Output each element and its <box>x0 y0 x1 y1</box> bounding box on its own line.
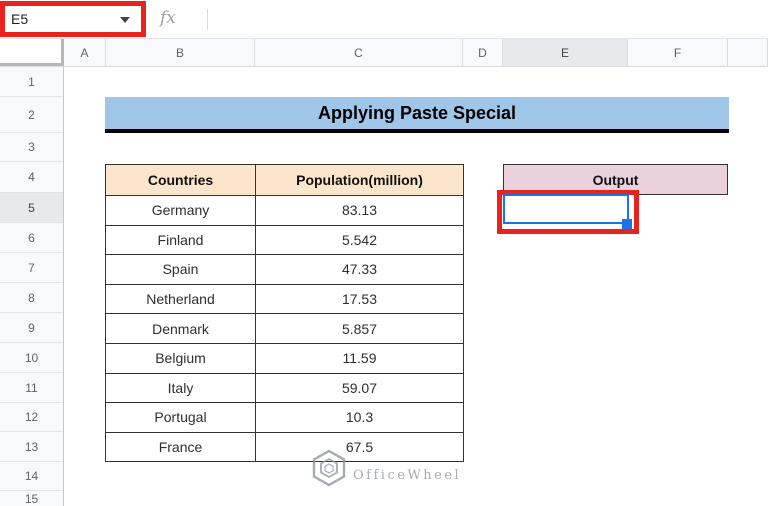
population-header-cell[interactable]: Population(million) <box>255 164 464 196</box>
column-header-f[interactable]: F <box>628 39 728 66</box>
cell-country[interactable]: Denmark <box>105 313 256 344</box>
table-row: Germany 83.13 <box>105 195 464 226</box>
table-row: Spain 47.33 <box>105 254 464 285</box>
name-box-value: E5 <box>11 11 29 27</box>
row-header-10[interactable]: 10 <box>0 343 63 373</box>
cell-population[interactable]: 5.857 <box>255 313 464 344</box>
row-header-9[interactable]: 9 <box>0 313 63 343</box>
row-header-12[interactable]: 12 <box>0 403 63 432</box>
column-header-strip: A B C D E F <box>0 39 768 67</box>
cell-country[interactable]: Spain <box>105 254 256 285</box>
name-box[interactable]: E5 <box>5 6 141 32</box>
countries-table: Countries Population(million) Germany 83… <box>105 164 464 463</box>
formula-input[interactable] <box>216 0 768 38</box>
formula-bar: E5 fx <box>0 0 768 39</box>
fx-icon: fx <box>160 8 176 28</box>
cell-country[interactable]: Portugal <box>105 402 256 433</box>
column-header-c[interactable]: C <box>255 39 463 66</box>
row-header-15[interactable]: 15 <box>0 491 63 506</box>
row-header-2[interactable]: 2 <box>0 97 63 133</box>
cell-population[interactable]: 17.53 <box>255 283 464 315</box>
formula-bar-divider <box>207 9 208 30</box>
countries-header-cell[interactable]: Countries <box>105 164 256 196</box>
row-header-14[interactable]: 14 <box>0 462 63 491</box>
row-header-strip: 1 2 3 4 5 6 7 8 9 10 11 12 13 14 15 <box>0 67 64 506</box>
cell-population[interactable]: 47.33 <box>255 254 464 285</box>
select-all-corner[interactable] <box>0 39 64 66</box>
watermark-text: OfficeWheel <box>353 468 462 483</box>
cell-country[interactable]: Belgium <box>105 342 256 374</box>
cell-country[interactable]: France <box>105 431 256 463</box>
row-header-8[interactable]: 8 <box>0 283 63 313</box>
row-header-4[interactable]: 4 <box>0 162 63 193</box>
cell-population[interactable]: 83.13 <box>255 195 464 226</box>
row-header-11[interactable]: 11 <box>0 373 63 403</box>
cell-population[interactable]: 10.3 <box>255 402 464 433</box>
selected-cell-e5[interactable] <box>503 194 629 224</box>
row-header-13[interactable]: 13 <box>0 432 63 462</box>
table-row: Netherland 17.53 <box>105 283 464 315</box>
cell-country[interactable]: Netherland <box>105 283 256 315</box>
sheet-title-cell[interactable]: Applying Paste Special <box>105 97 729 133</box>
row-header-3[interactable]: 3 <box>0 133 63 162</box>
table-row: Denmark 5.857 <box>105 313 464 344</box>
cell-population[interactable]: 59.07 <box>255 372 464 404</box>
column-header-a[interactable]: A <box>64 39 106 66</box>
cell-population[interactable]: 11.59 <box>255 342 464 374</box>
table-row: Finland 5.542 <box>105 224 464 256</box>
namebox-red-annotation-box: E5 <box>0 1 146 37</box>
name-box-dropdown-icon[interactable] <box>120 17 130 23</box>
cell-country[interactable]: Germany <box>105 195 256 226</box>
row-header-1[interactable]: 1 <box>0 67 63 97</box>
fill-handle[interactable] <box>622 219 632 229</box>
row-header-7[interactable]: 7 <box>0 253 63 283</box>
column-header-e[interactable]: E <box>503 39 628 66</box>
spreadsheet-app: E5 fx A B C D E F 1 2 3 4 5 6 7 8 9 10 1… <box>0 0 768 506</box>
table-row: France 67.5 <box>105 431 464 463</box>
cell-country[interactable]: Finland <box>105 224 256 256</box>
column-header-partial[interactable] <box>728 39 768 66</box>
table-row: Italy 59.07 <box>105 372 464 404</box>
cell-country[interactable]: Italy <box>105 372 256 404</box>
table-row: Portugal 10.3 <box>105 402 464 433</box>
cell-population[interactable]: 67.5 <box>255 431 464 463</box>
column-header-b[interactable]: B <box>106 39 255 66</box>
cell-population[interactable]: 5.542 <box>255 224 464 256</box>
row-header-5[interactable]: 5 <box>0 193 63 223</box>
row-header-6[interactable]: 6 <box>0 223 63 253</box>
column-header-d[interactable]: D <box>463 39 503 66</box>
table-row: Belgium 11.59 <box>105 342 464 374</box>
table-header-row: Countries Population(million) <box>105 164 464 196</box>
